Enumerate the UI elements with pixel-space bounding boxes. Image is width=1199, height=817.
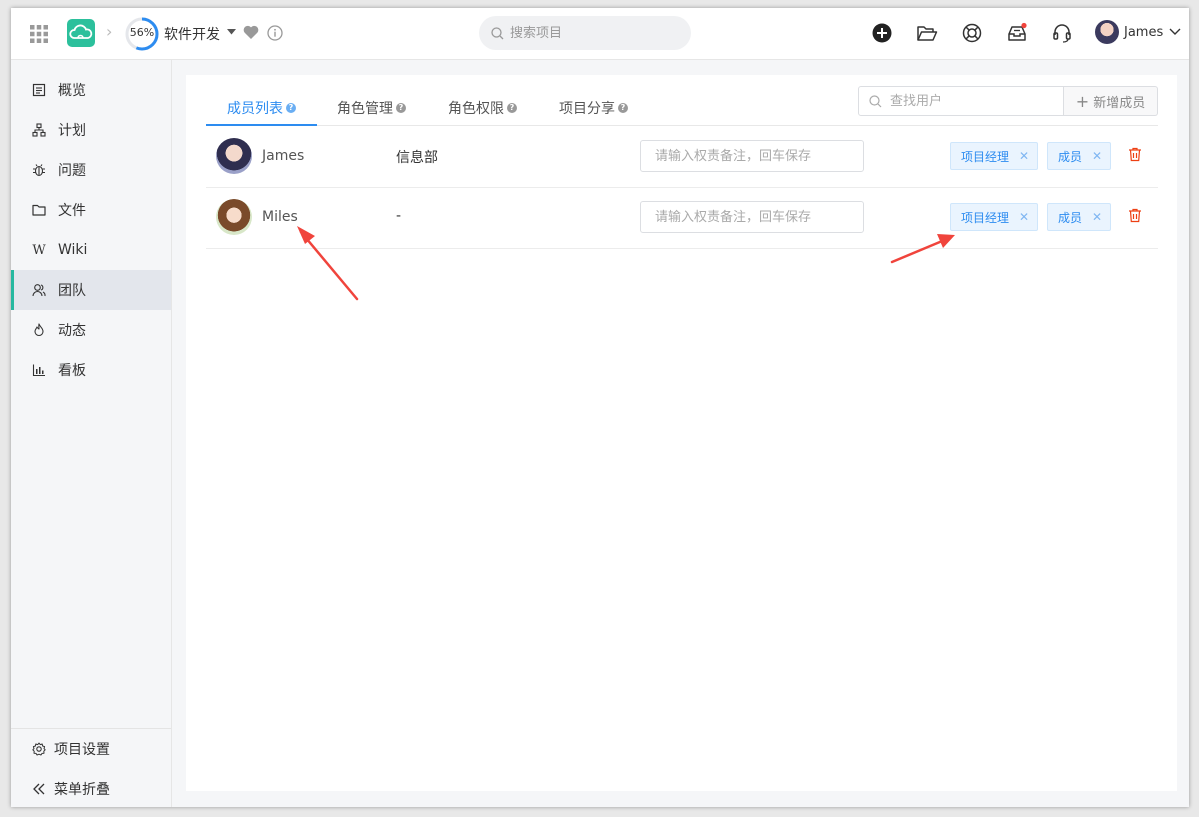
add-circle-icon[interactable] [871, 22, 893, 44]
user-search[interactable] [858, 86, 1064, 116]
role-tag: 成员 ✕ [1047, 203, 1112, 231]
sidebar-item-label: 文件 [58, 203, 86, 219]
sidebar-item-wiki[interactable]: W Wiki [11, 230, 171, 270]
help-icon[interactable]: ? [396, 103, 406, 113]
sidebar-item-label: 团队 [58, 283, 86, 299]
sidebar-item-board[interactable]: 看板 [11, 350, 171, 390]
user-menu[interactable]: James [1095, 20, 1181, 44]
sidebar-footer: 项目设置 菜单折叠 [11, 728, 171, 798]
top-bar: › 56% 软件开发 搜索项目 James [11, 8, 1189, 60]
team-icon [31, 282, 47, 298]
sidebar-item-overview[interactable]: 概览 [11, 70, 171, 110]
add-member-label: 新增成员 [1093, 95, 1146, 111]
caret-down-icon[interactable] [227, 29, 236, 35]
role-tag-label: 成员 [1058, 210, 1083, 225]
collapse-menu-button[interactable]: 菜单折叠 [11, 769, 171, 807]
tab-label: 角色权限 [448, 101, 504, 117]
app-window: › 56% 软件开发 搜索项目 James 概览 计划 问题 文件 W Wiki… [11, 8, 1189, 807]
sidebar-item-label: 计划 [58, 123, 86, 139]
sidebar-item-label: 动态 [58, 323, 86, 339]
member-department: 信息部 [396, 150, 438, 166]
sidebar-item-issues[interactable]: 问题 [11, 150, 171, 190]
close-icon[interactable]: ✕ [1019, 149, 1029, 163]
folder-icon [31, 202, 47, 218]
inbox-icon[interactable] [1006, 22, 1028, 44]
project-search-input[interactable] [508, 24, 682, 42]
progress-text: 56% [129, 26, 155, 39]
info-icon[interactable] [267, 25, 283, 41]
help-icon[interactable]: ? [286, 103, 296, 113]
annotation-arrow-icon [297, 226, 359, 301]
help-icon[interactable]: ? [507, 103, 517, 113]
folder-open-icon[interactable] [916, 22, 938, 44]
cloud-logo[interactable] [67, 19, 95, 47]
member-department: - [396, 208, 402, 224]
tab-role-management[interactable]: 角色管理? [337, 91, 406, 125]
close-icon[interactable]: ✕ [1019, 210, 1029, 224]
sidebar-item-label: 问题 [58, 163, 86, 179]
role-tag-label: 项目经理 [961, 210, 1010, 225]
avatar [1095, 20, 1119, 44]
sidebar: 概览 计划 问题 文件 W Wiki 团队 动态 看板 项目设置 菜单折叠 [11, 60, 172, 807]
annotation-arrow-icon [890, 234, 955, 264]
plus-icon: + [1075, 91, 1090, 111]
headset-icon[interactable] [1051, 22, 1073, 44]
team-panel: 成员列表? 角色管理? 角色权限? 项目分享? + 新增成员 [186, 75, 1177, 791]
member-note-input[interactable] [640, 140, 864, 172]
user-search-input[interactable] [888, 92, 1052, 110]
role-tag-label: 项目经理 [961, 149, 1010, 164]
sidebar-item-label: 看板 [58, 363, 86, 379]
sidebar-item-label: 概览 [58, 83, 86, 99]
user-name: James [1124, 24, 1164, 40]
sidebar-item-files[interactable]: 文件 [11, 190, 171, 230]
gear-icon [31, 741, 47, 757]
chart-icon [31, 362, 47, 378]
avatar [216, 138, 252, 174]
tab-project-share[interactable]: 项目分享? [559, 91, 628, 125]
fire-icon [31, 322, 47, 338]
project-settings-button[interactable]: 项目设置 [11, 729, 171, 769]
bug-icon [31, 162, 47, 178]
project-settings-label: 项目设置 [54, 742, 110, 758]
help-icon[interactable]: ? [618, 103, 628, 113]
heart-icon[interactable] [243, 25, 259, 40]
member-note-input[interactable] [640, 201, 864, 233]
tab-label: 成员列表 [227, 101, 283, 117]
search-icon [869, 94, 882, 107]
collapse-menu-label: 菜单折叠 [54, 782, 110, 798]
project-name[interactable]: 软件开发 [164, 24, 220, 44]
role-tag: 成员 ✕ [1047, 142, 1112, 170]
trash-icon[interactable] [1128, 208, 1142, 223]
add-member-button[interactable]: + 新增成员 [1064, 86, 1158, 116]
lifebuoy-icon[interactable] [961, 22, 983, 44]
role-tag: 项目经理 ✕ [950, 142, 1039, 170]
role-tag: 项目经理 ✕ [950, 203, 1039, 231]
search-icon [491, 26, 504, 39]
wiki-icon: W [32, 242, 46, 258]
apps-grid-icon[interactable] [29, 24, 49, 44]
sidebar-item-label: Wiki [58, 242, 88, 258]
plan-icon [31, 122, 47, 138]
tab-label: 角色管理 [337, 101, 393, 117]
trash-icon[interactable] [1128, 147, 1142, 162]
overview-icon [31, 82, 47, 98]
chevron-down-icon [1169, 28, 1181, 35]
member-name: James [262, 148, 305, 164]
project-search[interactable] [479, 16, 691, 50]
avatar [216, 199, 252, 235]
sidebar-item-team[interactable]: 团队 [11, 270, 171, 310]
close-icon[interactable]: ✕ [1092, 210, 1102, 224]
tab-label: 项目分享 [559, 101, 615, 117]
sidebar-item-plan[interactable]: 计划 [11, 110, 171, 150]
tab-member-list[interactable]: 成员列表? [206, 91, 317, 126]
close-icon[interactable]: ✕ [1092, 149, 1102, 163]
double-chevron-left-icon [31, 781, 47, 797]
breadcrumb-chevron-icon: › [106, 22, 113, 41]
sidebar-item-activity[interactable]: 动态 [11, 310, 171, 350]
member-row: James 信息部 项目经理 ✕ 成员 ✕ [206, 126, 1158, 188]
tab-role-permissions[interactable]: 角色权限? [448, 91, 517, 125]
role-tag-label: 成员 [1058, 149, 1083, 164]
